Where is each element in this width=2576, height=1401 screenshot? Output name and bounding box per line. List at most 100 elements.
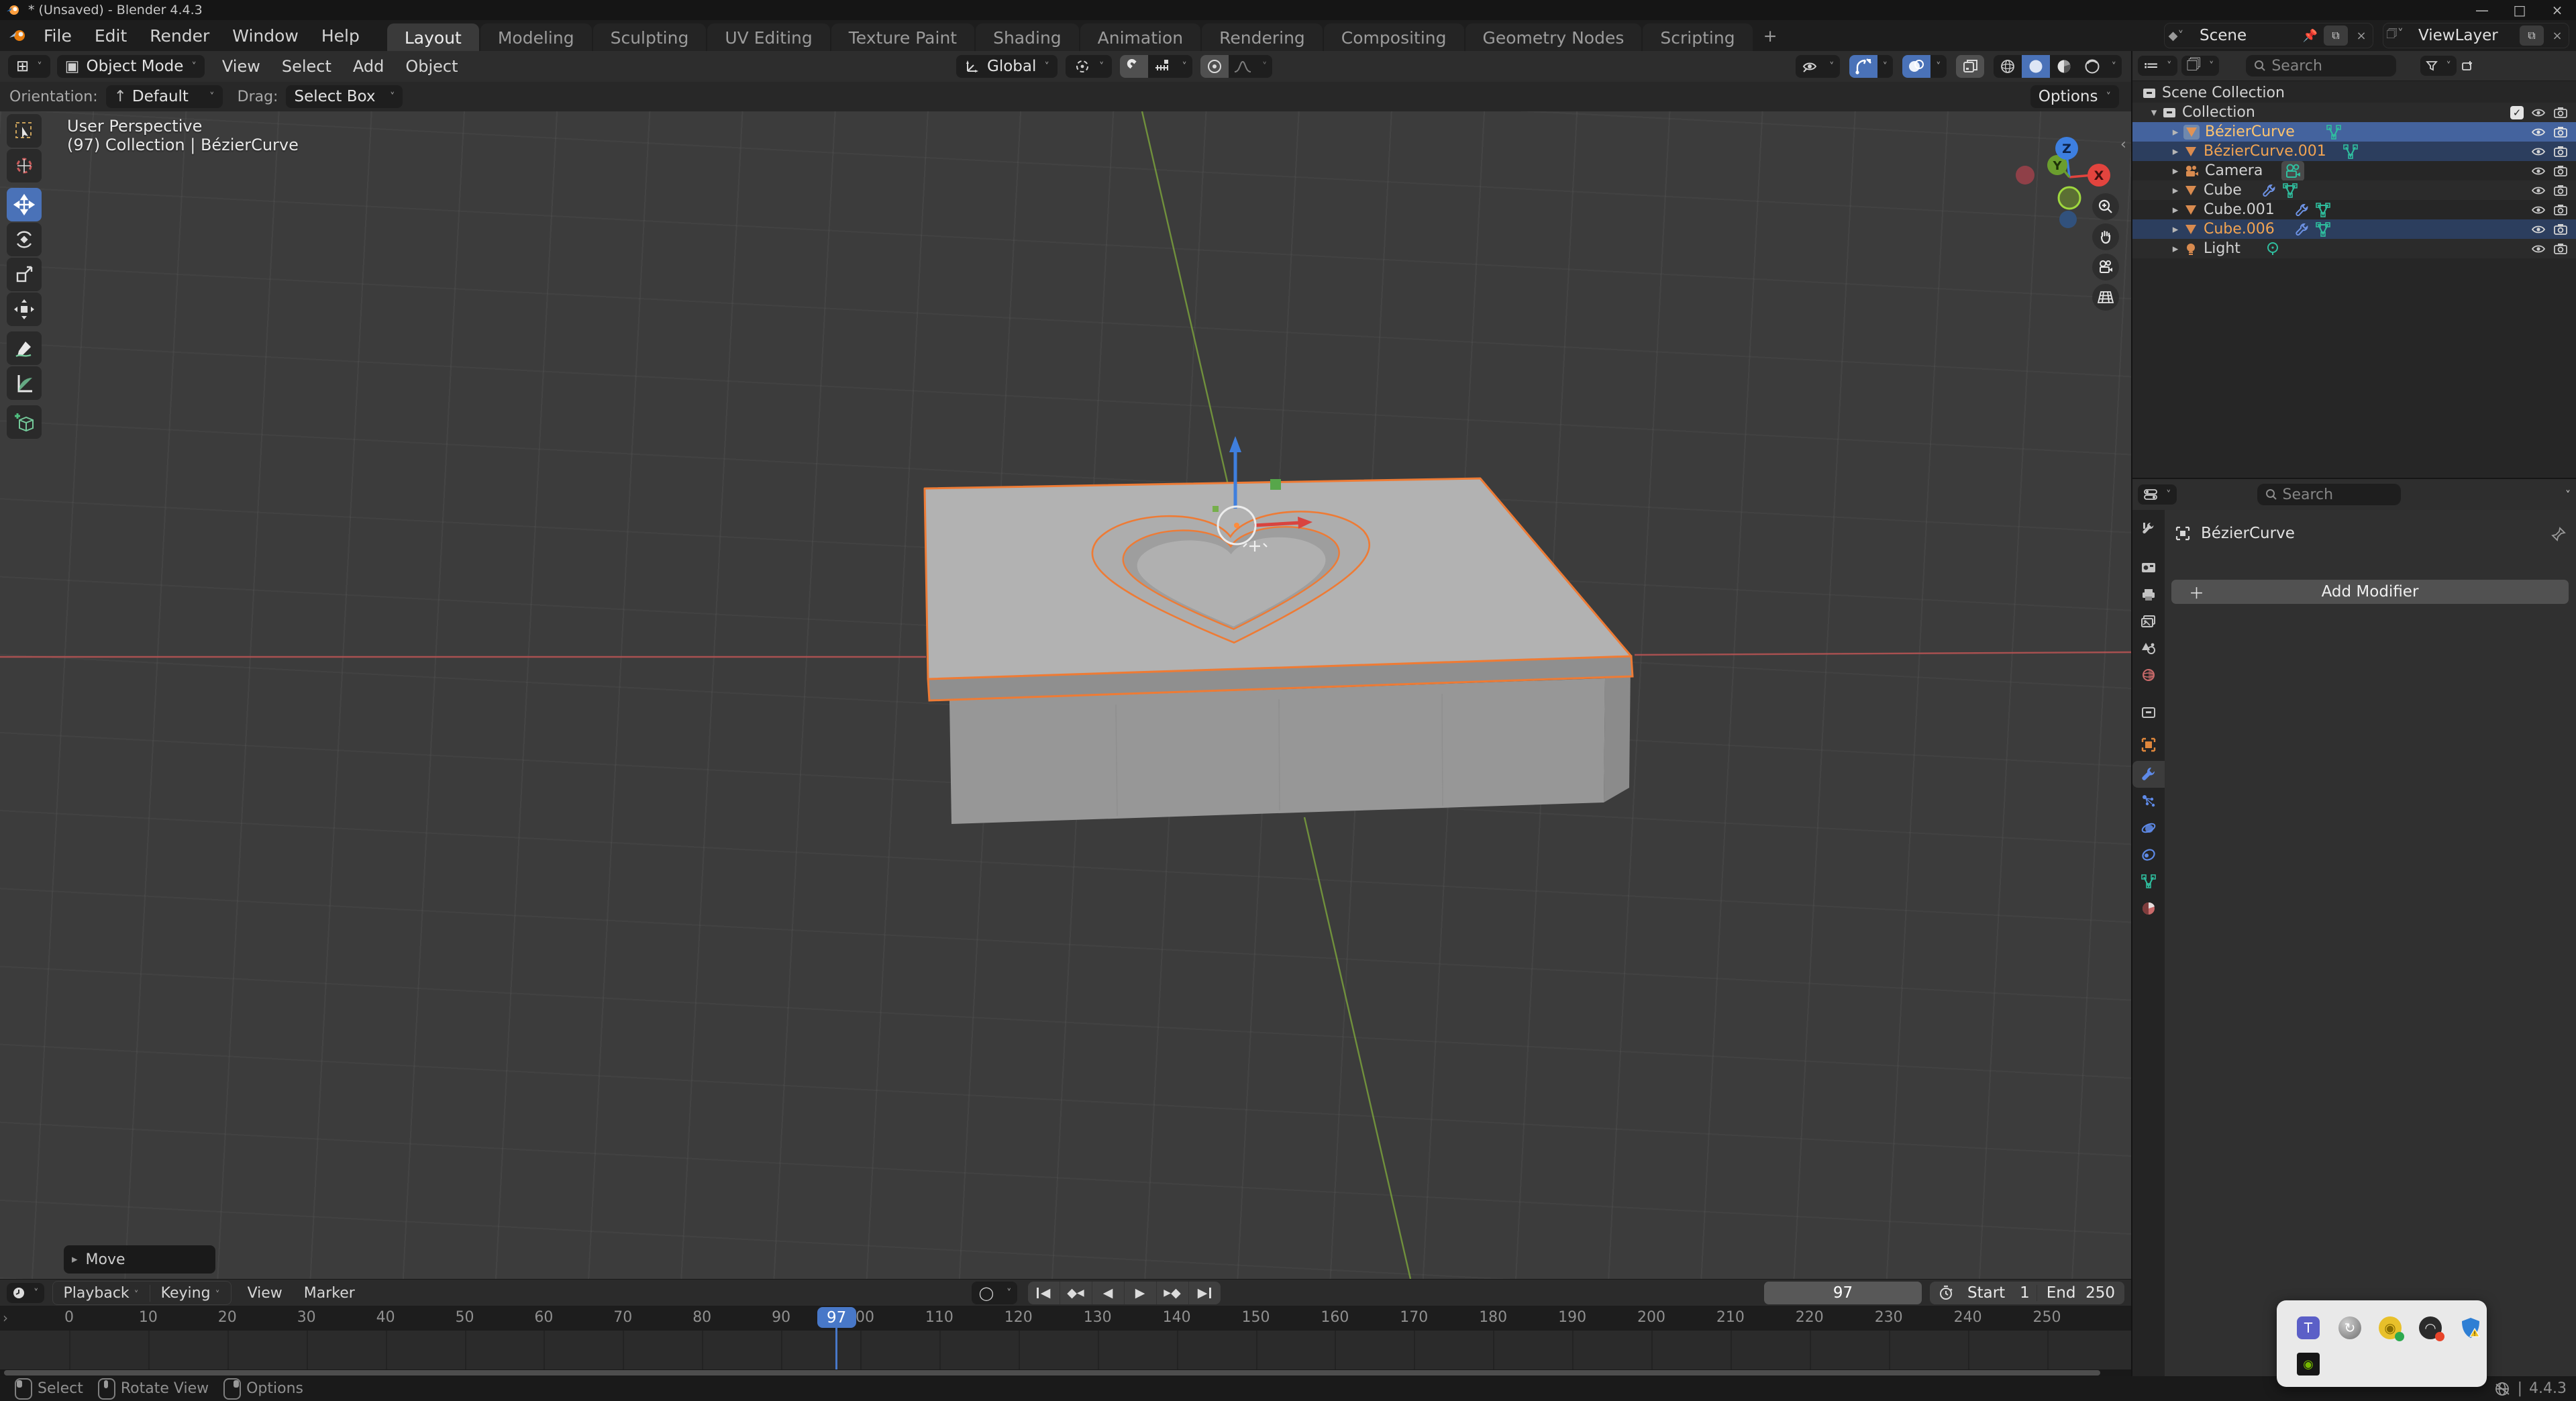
outliner-row-beziercurve-001[interactable]: ▸ BézierCurve.001 (2132, 142, 2576, 161)
tool-measure[interactable] (7, 366, 42, 400)
play-button[interactable]: ▶ (1125, 1282, 1157, 1304)
menubar-item-render[interactable]: Render (138, 22, 221, 50)
workspace-tab-texture-paint[interactable]: Texture Paint (831, 23, 974, 52)
outliner-display-mode-button[interactable]: 🗇˅ (2181, 56, 2220, 76)
blender-menu-icon[interactable] (8, 27, 28, 44)
tab-collection[interactable] (2132, 699, 2165, 726)
playhead-line[interactable] (835, 1328, 837, 1369)
play-reverse-button[interactable]: ◀ (1092, 1282, 1125, 1304)
disable-render-camera-icon[interactable] (2553, 184, 2568, 197)
show-overlays-toggle[interactable] (1902, 55, 1930, 78)
tab-object-data[interactable] (2132, 868, 2165, 895)
outliner-row-collection[interactable]: ▾ Collection ✓ (2132, 103, 2576, 122)
tab-material[interactable] (2132, 895, 2165, 922)
exclude-checkbox[interactable]: ✓ (2510, 106, 2524, 119)
new-scene-icon[interactable]: ⧉ (2324, 25, 2348, 46)
tab-physics[interactable] (2132, 815, 2165, 841)
tab-render[interactable] (2132, 554, 2165, 581)
hide-eye-icon[interactable] (2530, 106, 2546, 119)
tool-cursor[interactable] (7, 149, 42, 183)
viewport-menu-view[interactable]: View (211, 57, 271, 76)
workspace-tab-shading[interactable]: Shading (976, 23, 1079, 52)
tab-tool[interactable] (2132, 515, 2165, 542)
shading-wireframe-button[interactable] (1994, 55, 2022, 78)
pin-id-icon[interactable] (2551, 526, 2567, 542)
nvidia-tray-icon[interactable]: ◉ (2297, 1353, 2320, 1376)
tool-add-cube[interactable] (7, 405, 42, 439)
workspace-tab-modeling[interactable]: Modeling (480, 23, 592, 52)
outliner-filter-button[interactable]: ˅ (2420, 56, 2457, 76)
overlays-caret[interactable]: ˅ (1930, 60, 1947, 72)
expand-caret-icon[interactable]: ▸ (2167, 145, 2183, 158)
toggle-ortho-button[interactable] (2092, 284, 2119, 311)
tab-particles[interactable] (2132, 788, 2165, 815)
transform-orientation-dropdown[interactable]: Global˅ (956, 55, 1058, 78)
pin-icon[interactable]: 📌 (2299, 29, 2322, 43)
shading-rendered-button[interactable] (2078, 55, 2106, 78)
falloff-caret[interactable]: ˅ (1257, 60, 1273, 72)
jump-to-start-button[interactable]: ◀ (1028, 1282, 1060, 1304)
outliner-row-cube[interactable]: ▸ Cube (2132, 180, 2576, 200)
disable-render-camera-icon[interactable] (2553, 203, 2568, 217)
tool-rotate[interactable] (7, 223, 42, 256)
update-tray-icon[interactable]: ↻ (2338, 1316, 2361, 1339)
hide-eye-icon[interactable] (2530, 184, 2546, 197)
workspace-tab-sculpting[interactable]: Sculpting (593, 23, 707, 52)
snap-toggle[interactable] (1120, 55, 1148, 78)
disable-render-camera-icon[interactable] (2553, 145, 2568, 158)
editor-type-button[interactable]: ⊞˅ (8, 55, 50, 78)
close-button[interactable]: × (2538, 0, 2576, 20)
keying-menu[interactable]: Keying ˅ (150, 1285, 231, 1302)
previous-keyframe-button[interactable]: ◆◀ (1060, 1282, 1092, 1304)
timeline-expand-arrow[interactable]: › (3, 1310, 8, 1326)
outliner-search[interactable]: Search (2246, 55, 2396, 76)
tab-constraints[interactable] (2132, 841, 2165, 868)
playback-menu[interactable]: Playback ˅ (53, 1285, 150, 1302)
pivot-point-dropdown[interactable]: ˅ (1066, 55, 1113, 78)
camera-view-button[interactable] (2092, 254, 2119, 280)
workspace-tab-rendering[interactable]: Rendering (1202, 23, 1323, 52)
falloff-dropdown[interactable] (1229, 55, 1257, 78)
show-gizmos-toggle[interactable] (1849, 55, 1877, 78)
stopwatch-icon[interactable] (1938, 1285, 1954, 1301)
shading-caret[interactable]: ˅ (2106, 60, 2122, 72)
timeline-ruler[interactable]: › 01020304050607080901001101201301401501… (0, 1306, 2131, 1331)
viewport-3d[interactable]: User Perspective (97) Collection | Bézie… (0, 111, 2131, 1279)
auto-keying-toggle[interactable]: ◯ (972, 1282, 1001, 1304)
expand-caret-icon[interactable]: ▸ (2167, 242, 2183, 256)
timeline-track[interactable] (0, 1331, 2131, 1369)
tool-transform[interactable] (7, 293, 42, 326)
orientation-dropdown[interactable]: ↑ Default˅ (106, 85, 223, 108)
scene-browse-icon[interactable]: ◆˅ (2165, 29, 2187, 43)
tab-object[interactable] (2132, 731, 2165, 758)
workspace-tab-uv-editing[interactable]: UV Editing (707, 23, 829, 52)
jump-to-end-button[interactable]: ▶ (1189, 1282, 1221, 1304)
outliner-row-light[interactable]: ▸ Light (2132, 239, 2576, 258)
tool-annotate[interactable] (7, 331, 42, 365)
expand-caret-icon[interactable]: ▸ (2167, 164, 2183, 178)
hide-eye-icon[interactable] (2530, 125, 2546, 139)
viewlayer-browse-icon[interactable]: 🗇˅ (2383, 25, 2406, 46)
playhead-frame-label[interactable]: 97 (817, 1307, 856, 1328)
properties-search[interactable]: Search (2257, 484, 2401, 505)
hide-eye-icon[interactable] (2530, 203, 2546, 217)
outliner-row-cube-006[interactable]: ▸ Cube.006 (2132, 219, 2576, 239)
menubar-item-file[interactable]: File (32, 22, 83, 50)
menubar-item-help[interactable]: Help (310, 22, 371, 50)
collapse-caret-icon[interactable]: ▾ (2146, 106, 2162, 119)
start-frame-field[interactable]: Start 1 (1961, 1284, 2037, 1302)
security-shield-tray-icon[interactable]: ! (2459, 1316, 2482, 1339)
new-viewlayer-icon[interactable]: ⧉ (2520, 25, 2544, 46)
autokey-caret[interactable]: ˅ (1001, 1287, 1017, 1299)
workspace-tab-animation[interactable]: Animation (1080, 23, 1200, 52)
minimize-button[interactable]: — (2463, 0, 2501, 20)
viewport-menu-add[interactable]: Add (342, 57, 395, 76)
shading-solid-button[interactable] (2022, 55, 2050, 78)
hide-eye-icon[interactable] (2530, 164, 2546, 178)
add-modifier-button[interactable]: ＋ Add Modifier (2171, 580, 2569, 604)
viewlayer-name[interactable]: ViewLayer (2406, 27, 2518, 44)
outliner-row-cube-001[interactable]: ▸ Cube.001 (2132, 200, 2576, 219)
outliner-row-camera[interactable]: ▸ Camera (2132, 161, 2576, 180)
timeline-scrollbar[interactable] (0, 1369, 2131, 1376)
zoom-button[interactable] (2092, 193, 2119, 220)
